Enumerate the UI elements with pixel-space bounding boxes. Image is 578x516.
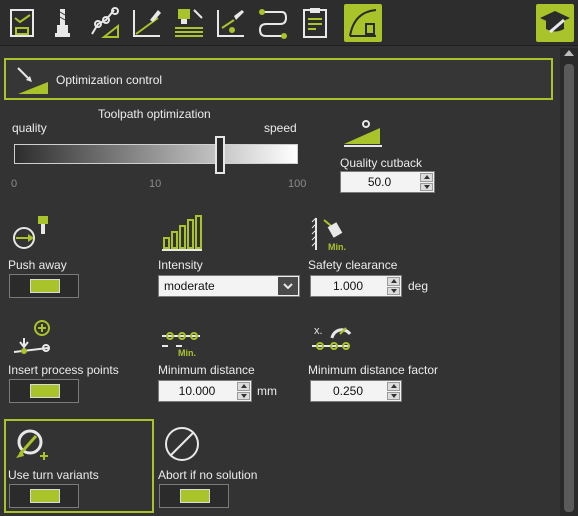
tool-icon[interactable]: [44, 4, 82, 42]
tick-100: 100: [288, 178, 307, 190]
chevron-down-icon[interactable]: [278, 277, 298, 295]
abort-icon: [160, 424, 204, 464]
push-away-toggle[interactable]: [9, 274, 79, 298]
increment-button[interactable]: [387, 382, 400, 391]
insert-points-toggle[interactable]: [9, 379, 79, 403]
push-away-icon: [8, 214, 52, 254]
graduation-cap-icon[interactable]: [536, 4, 574, 42]
intensity-value: moderate: [164, 279, 215, 293]
toolpath-slider-track[interactable]: [14, 144, 298, 164]
scroll-thumb[interactable]: [564, 64, 574, 512]
decrement-button[interactable]: [420, 182, 433, 191]
quality-cutback-icon: [340, 114, 384, 154]
abort-label: Abort if no solution: [158, 468, 258, 482]
scroll-up-arrow-icon[interactable]: [564, 50, 574, 56]
minimum-distance-value: 10.000: [178, 384, 216, 398]
decrement-button[interactable]: [387, 286, 400, 295]
toggle-on-indicator: [30, 489, 60, 503]
minimum-distance-input[interactable]: 10.000: [158, 380, 252, 402]
intensity-dropdown[interactable]: moderate: [158, 275, 300, 297]
increment-button[interactable]: [387, 277, 400, 286]
section-header[interactable]: Optimization control: [4, 58, 553, 100]
turn-variants-label: Use turn variants: [8, 468, 99, 482]
tool-axis-icon[interactable]: [212, 4, 250, 42]
tool-holder-icon[interactable]: [170, 4, 208, 42]
toolpath-title: Toolpath optimization: [98, 107, 211, 121]
svg-text:Min.: Min.: [328, 242, 346, 252]
minimum-distance-factor-input[interactable]: 0.250: [310, 380, 402, 402]
intensity-icon: [160, 214, 204, 254]
insert-points-label: Insert process points: [8, 363, 119, 377]
path-measure-icon[interactable]: [86, 4, 124, 42]
quality-label: quality: [12, 121, 47, 135]
svg-text:x.: x.: [314, 325, 323, 337]
abort-toggle[interactable]: [159, 484, 229, 508]
increment-button[interactable]: [420, 173, 433, 182]
tick-10: 10: [149, 178, 162, 190]
safety-clearance-icon: Min.: [310, 214, 354, 254]
drive-surface-icon[interactable]: [128, 4, 166, 42]
minimum-distance-factor-value: 0.250: [332, 384, 364, 398]
turn-variants-icon: [12, 424, 56, 464]
minimum-distance-factor-label: Minimum distance factor: [308, 363, 439, 377]
intensity-label: Intensity: [158, 258, 203, 272]
checklist-icon[interactable]: [296, 4, 334, 42]
safety-clearance-label: Safety clearance: [308, 258, 398, 272]
insert-points-icon: [8, 320, 52, 360]
decrement-button[interactable]: [387, 391, 400, 400]
increment-button[interactable]: [237, 382, 250, 391]
push-away-label: Push away: [8, 258, 67, 272]
toolpath-slider-handle[interactable]: [215, 136, 225, 174]
quality-cutback-input[interactable]: 50.0: [340, 171, 435, 193]
safety-clearance-value: 1.000: [332, 279, 364, 293]
speed-label: speed: [264, 121, 297, 135]
tick-0: 0: [11, 178, 18, 190]
turn-variants-toggle[interactable]: [9, 484, 79, 508]
minimum-distance-unit: mm: [257, 384, 277, 398]
section-title: Optimization control: [56, 73, 163, 87]
toggle-on-indicator: [30, 384, 60, 398]
minimum-distance-label: Minimum distance: [158, 363, 255, 377]
optimization-icon[interactable]: [344, 4, 382, 42]
quality-cutback-label: Quality cutback: [340, 156, 423, 170]
links-icon[interactable]: [254, 4, 292, 42]
toggle-on-indicator: [180, 489, 210, 503]
toggle-on-indicator: [30, 279, 60, 293]
svg-text:Min.: Min.: [178, 348, 196, 358]
safety-clearance-unit: deg: [408, 279, 429, 293]
minimum-distance-factor-icon: x.: [310, 320, 354, 360]
vertical-scrollbar[interactable]: [560, 48, 578, 516]
minimum-distance-icon: Min.: [160, 320, 204, 360]
document-settings-icon[interactable]: [4, 4, 42, 42]
toolbar: [0, 0, 578, 46]
optimization-control-icon: [16, 64, 50, 96]
decrement-button[interactable]: [237, 391, 250, 400]
safety-clearance-input[interactable]: 1.000: [310, 275, 402, 297]
quality-cutback-value: 50.0: [367, 175, 392, 189]
